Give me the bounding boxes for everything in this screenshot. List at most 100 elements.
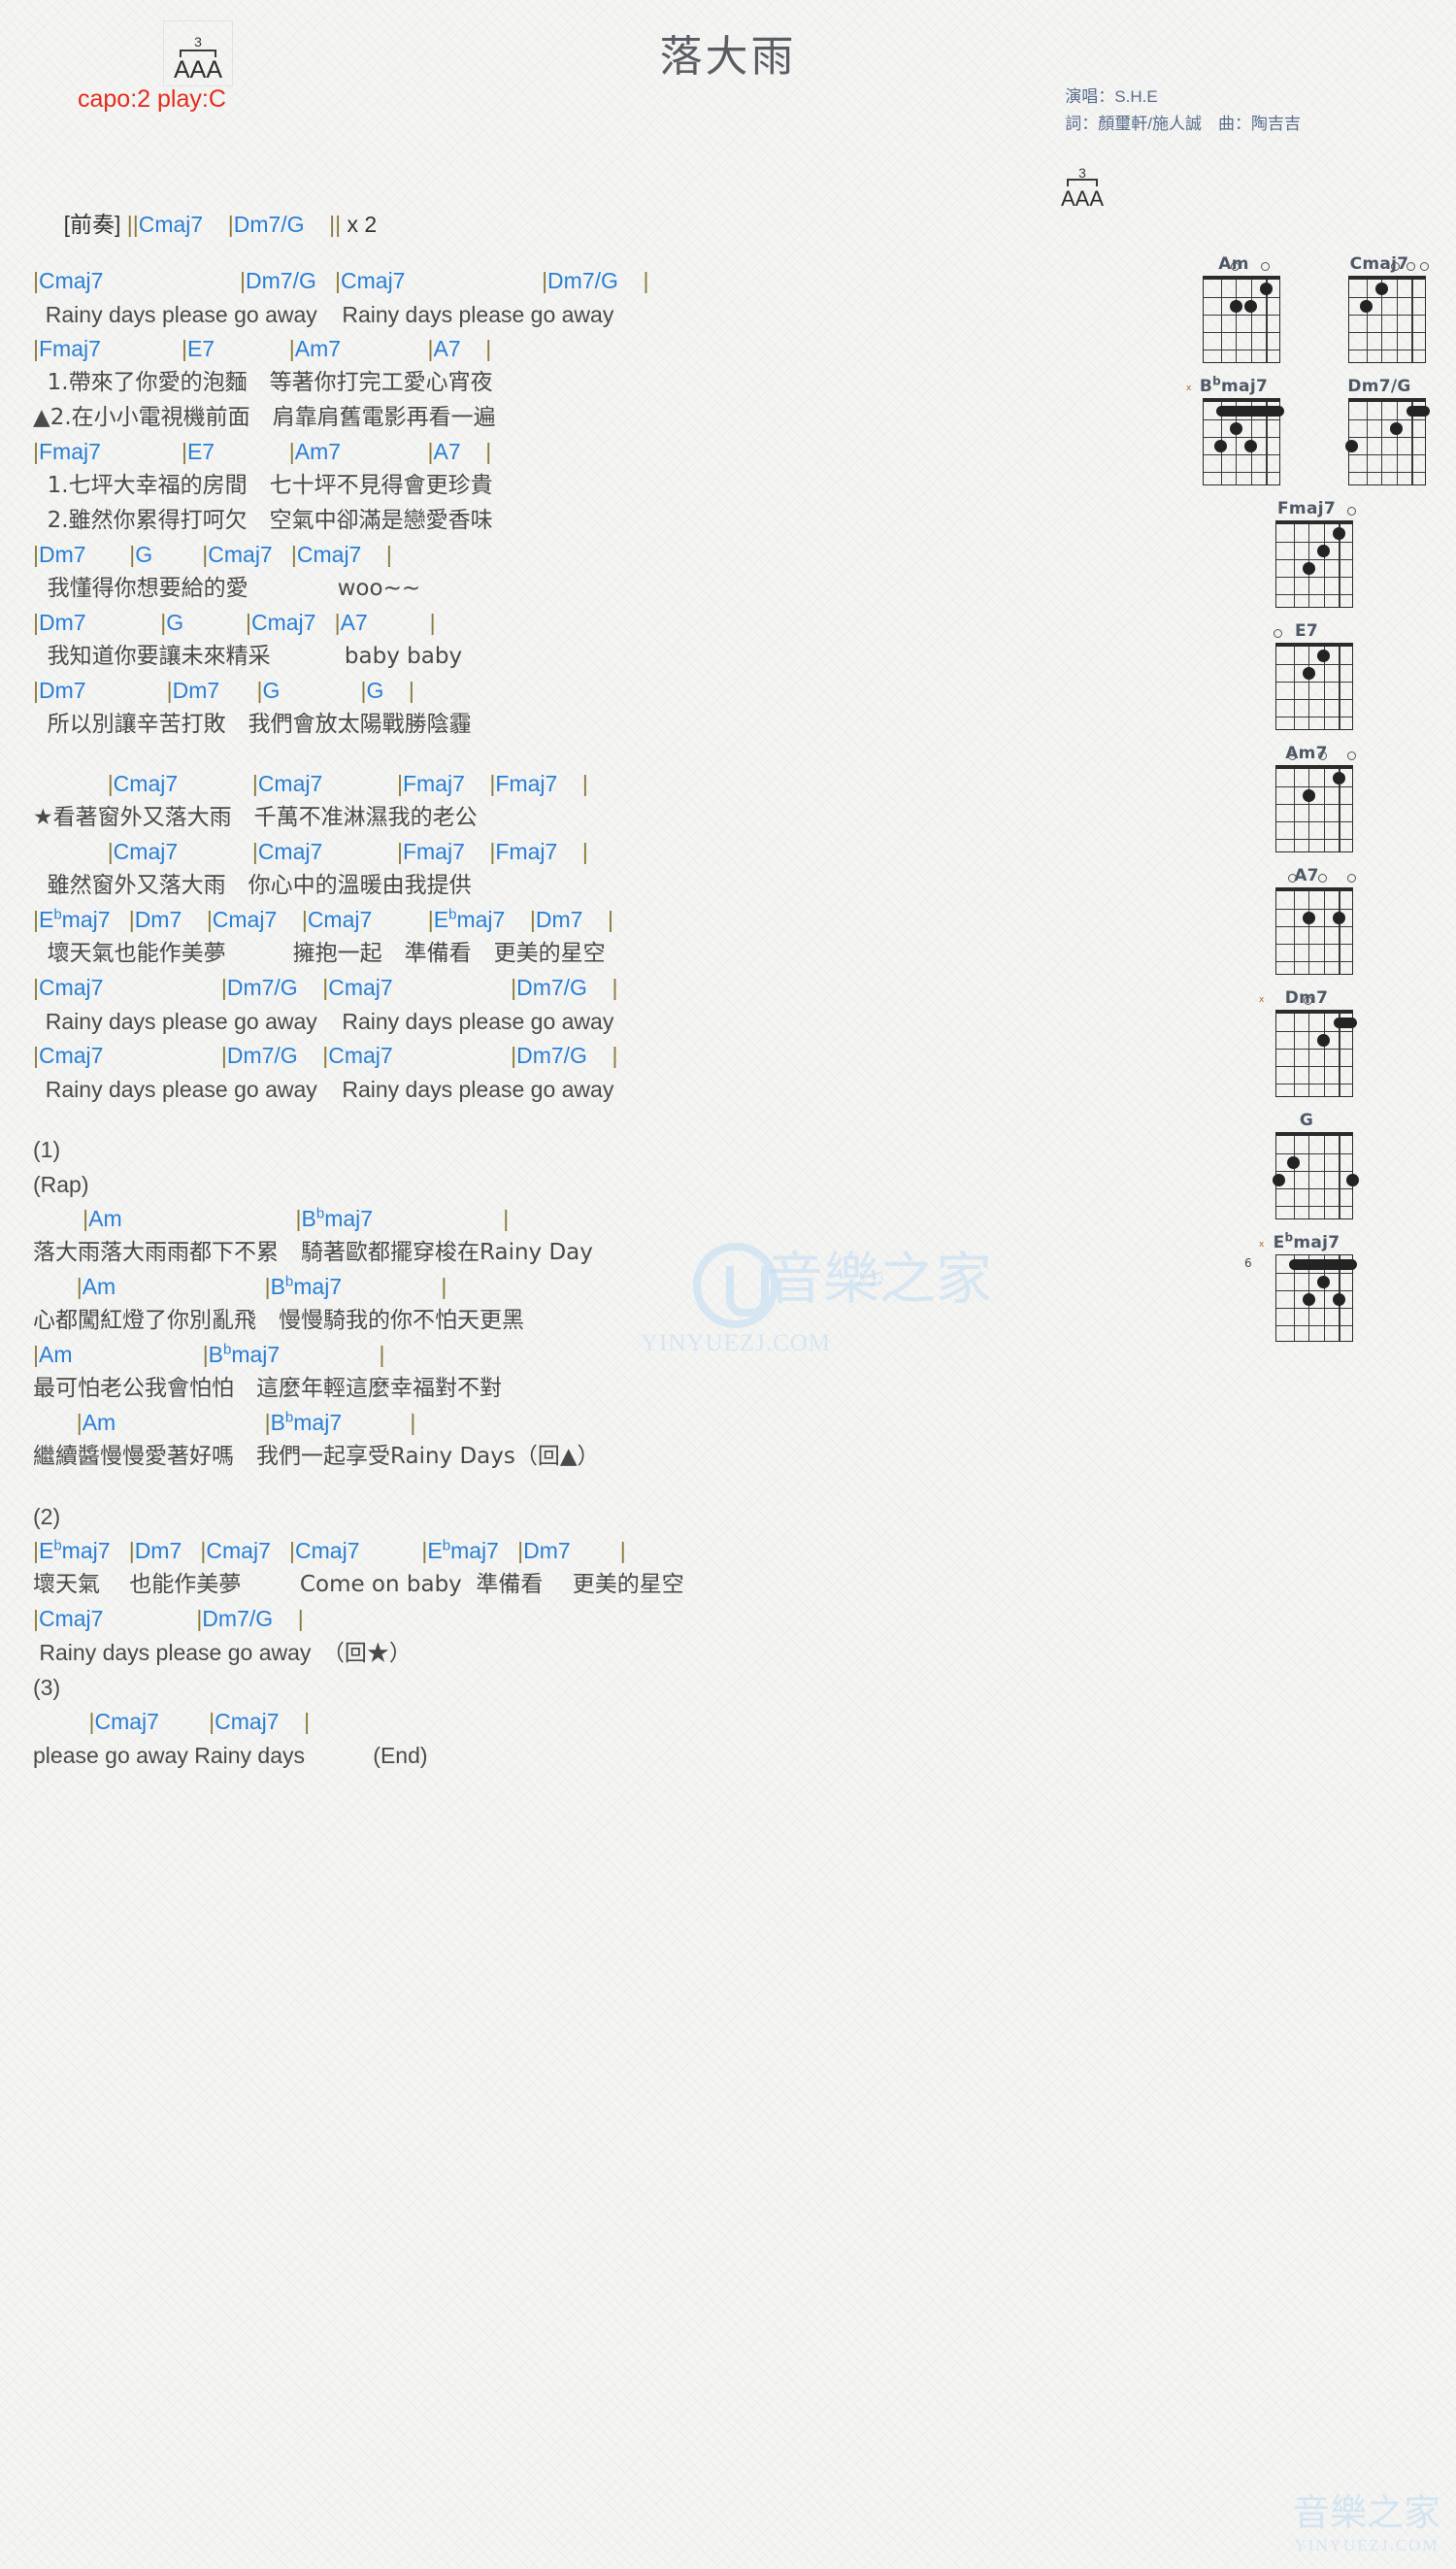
fret-line <box>1276 1153 1352 1155</box>
lyric-line: 我懂得你想要給的愛 woo~~ <box>33 576 421 601</box>
fretboard-diagram <box>1260 629 1353 736</box>
finger-dot <box>1332 771 1345 784</box>
fret-grid <box>1275 1254 1357 1342</box>
fretboard-diagram: x <box>1259 995 1357 1103</box>
fret-line <box>1276 594 1352 596</box>
open-string-marker <box>1230 262 1240 271</box>
lyric-line: 雖然窗外又落大雨 你心中的溫暖由我提供 <box>33 873 472 898</box>
fret-grid <box>1275 887 1353 975</box>
open-string-marker <box>1260 262 1270 271</box>
fret-grid <box>1275 1010 1357 1097</box>
lyric-line: please go away Rainy days (End) <box>33 1743 428 1768</box>
fret-line <box>1349 315 1425 317</box>
fret-line <box>1276 786 1352 788</box>
finger-dot <box>1302 911 1315 924</box>
finger-dot <box>1302 788 1315 802</box>
fret-line <box>1276 1031 1352 1033</box>
chord-line: |Am |Bbmaj7 | <box>33 1341 385 1367</box>
fret-line <box>1276 1049 1352 1051</box>
lyric-line: 所以別讓辛苦打敗 我們會放太陽戰勝陰霾 <box>33 712 472 737</box>
finger-dot <box>1332 526 1345 540</box>
chord-diagram-am: Am <box>1161 254 1307 369</box>
fret-grid <box>1275 765 1353 852</box>
muted-string-marker: x <box>1186 384 1192 393</box>
finger-dot <box>1317 1275 1331 1288</box>
finger-dot <box>1302 1292 1315 1306</box>
finger-dot <box>1317 649 1331 662</box>
barre-marker <box>1334 1018 1357 1028</box>
credit-writers: 詞：顏璽軒/施人誠 曲：陶吉吉 <box>1065 115 1301 133</box>
finger-dot <box>1345 1173 1359 1186</box>
open-string-marker <box>1288 751 1298 760</box>
finger-dot <box>1244 439 1258 452</box>
finger-dot <box>1302 666 1315 680</box>
open-string-marker <box>1273 629 1282 638</box>
muted-string-marker: x <box>1259 1240 1265 1250</box>
page-title: 落大雨 <box>659 32 797 82</box>
fret-line <box>1276 1171 1352 1173</box>
chord-line: |Dm7 |Dm7 |G |G | <box>33 678 414 703</box>
fret-line <box>1204 315 1279 317</box>
intro-chords: ||Cmaj7 |Dm7/G || x 2 <box>126 212 378 237</box>
chord-line: |Ebmaj7 |Dm7 |Cmaj7 |Cmaj7 |Ebmaj7 |Dm7 … <box>33 1537 626 1563</box>
chord-line: |Cmaj7 |Dm7/G |Cmaj7 |Dm7/G | <box>33 975 618 1000</box>
fret-line <box>1276 821 1352 823</box>
lyric-line: Rainy days please go away Rainy days ple… <box>33 1009 614 1034</box>
fret-line <box>1276 1290 1352 1292</box>
lyric-line: 壞天氣也能作美夢 擁抱一起 準備看 更美的星空 <box>33 941 606 966</box>
fret-grid <box>1344 398 1430 485</box>
chord-line: |Am |Bbmaj7 | <box>76 1273 447 1299</box>
fret-line <box>1276 909 1352 911</box>
finger-dot <box>1302 561 1315 575</box>
fret-line <box>1204 454 1279 456</box>
lyric-line: 1.帶來了你愛的泡麵 等著你打完工愛心宵夜 <box>33 370 493 395</box>
chord-diagram-ebmaj7: Ebmaj7 x 6 <box>1161 1231 1452 1348</box>
fret-line <box>1349 454 1425 456</box>
fret-grid <box>1275 643 1353 730</box>
chord-diagram-label: Dm7/G <box>1347 377 1411 396</box>
fret-line <box>1276 1273 1352 1275</box>
finger-dot <box>1317 544 1331 557</box>
lyric-line: 我知道你要讓未來精采 baby baby <box>33 644 463 669</box>
chord-diagram-am7: Am7 <box>1161 744 1452 858</box>
fret-grid <box>1275 520 1353 608</box>
lyric-line: 心都闖紅燈了你別亂飛 慢慢騎我的你不怕天更黑 <box>33 1308 524 1333</box>
fret-line <box>1349 472 1425 474</box>
finger-dot <box>1390 421 1404 435</box>
fretboard-diagram: x <box>1186 384 1284 491</box>
chord-diagram-fmaj7: Fmaj7 <box>1161 499 1452 614</box>
fretboard-diagram <box>1260 751 1356 858</box>
fret-grid <box>1272 1132 1359 1219</box>
fret-line <box>1276 839 1352 841</box>
chord-line: |Fmaj7 |E7 |Am7 |A7 | <box>33 439 492 464</box>
fret-line <box>1349 419 1425 421</box>
fret-line <box>1276 559 1352 561</box>
open-string-marker <box>1318 751 1328 760</box>
fret-line <box>1204 472 1279 474</box>
chord-line: |Cmaj7 |Dm7/G |Cmaj7 |Dm7/G | <box>33 268 649 293</box>
fretboard-diagram <box>1187 262 1280 369</box>
section-label: (3) <box>33 1675 61 1700</box>
open-string-marker <box>1318 874 1328 883</box>
chord-diagram-dm7: Dm7 x <box>1161 988 1452 1103</box>
lyric-line: ★看著窗外又落大雨 千萬不准淋濕我的老公 <box>33 805 478 830</box>
chord-diagram-label: G <box>1299 1111 1314 1130</box>
open-string-marker <box>1303 996 1312 1005</box>
lyric-line: 繼續醬慢慢愛著好嗎 我們一起享受Rainy Days（回▲） <box>33 1444 600 1469</box>
chord-line: |Cmaj7 |Cmaj7 | <box>88 1709 311 1734</box>
open-string-marker <box>1346 507 1356 516</box>
chord-line: |Am |Bbmaj7 | <box>76 1409 416 1435</box>
chord-line: |Cmaj7 |Dm7/G |Cmaj7 |Dm7/G | <box>33 1043 618 1068</box>
finger-dot <box>1360 299 1373 313</box>
chord-line: |Am |Bbmaj7 | <box>83 1205 510 1231</box>
fret-line <box>1276 1206 1352 1208</box>
finger-dot <box>1244 299 1258 313</box>
strum-letters-2: AAA <box>1061 186 1105 211</box>
credit-singer: 演唱：S.H.E <box>1065 87 1158 106</box>
finger-dot <box>1272 1173 1285 1186</box>
finger-dot <box>1344 439 1358 452</box>
chord-diagram-a7: A7 <box>1161 866 1452 981</box>
lyric-line: 1.七坪大幸福的房間 七十坪不見得會更珍貴 <box>33 473 493 498</box>
